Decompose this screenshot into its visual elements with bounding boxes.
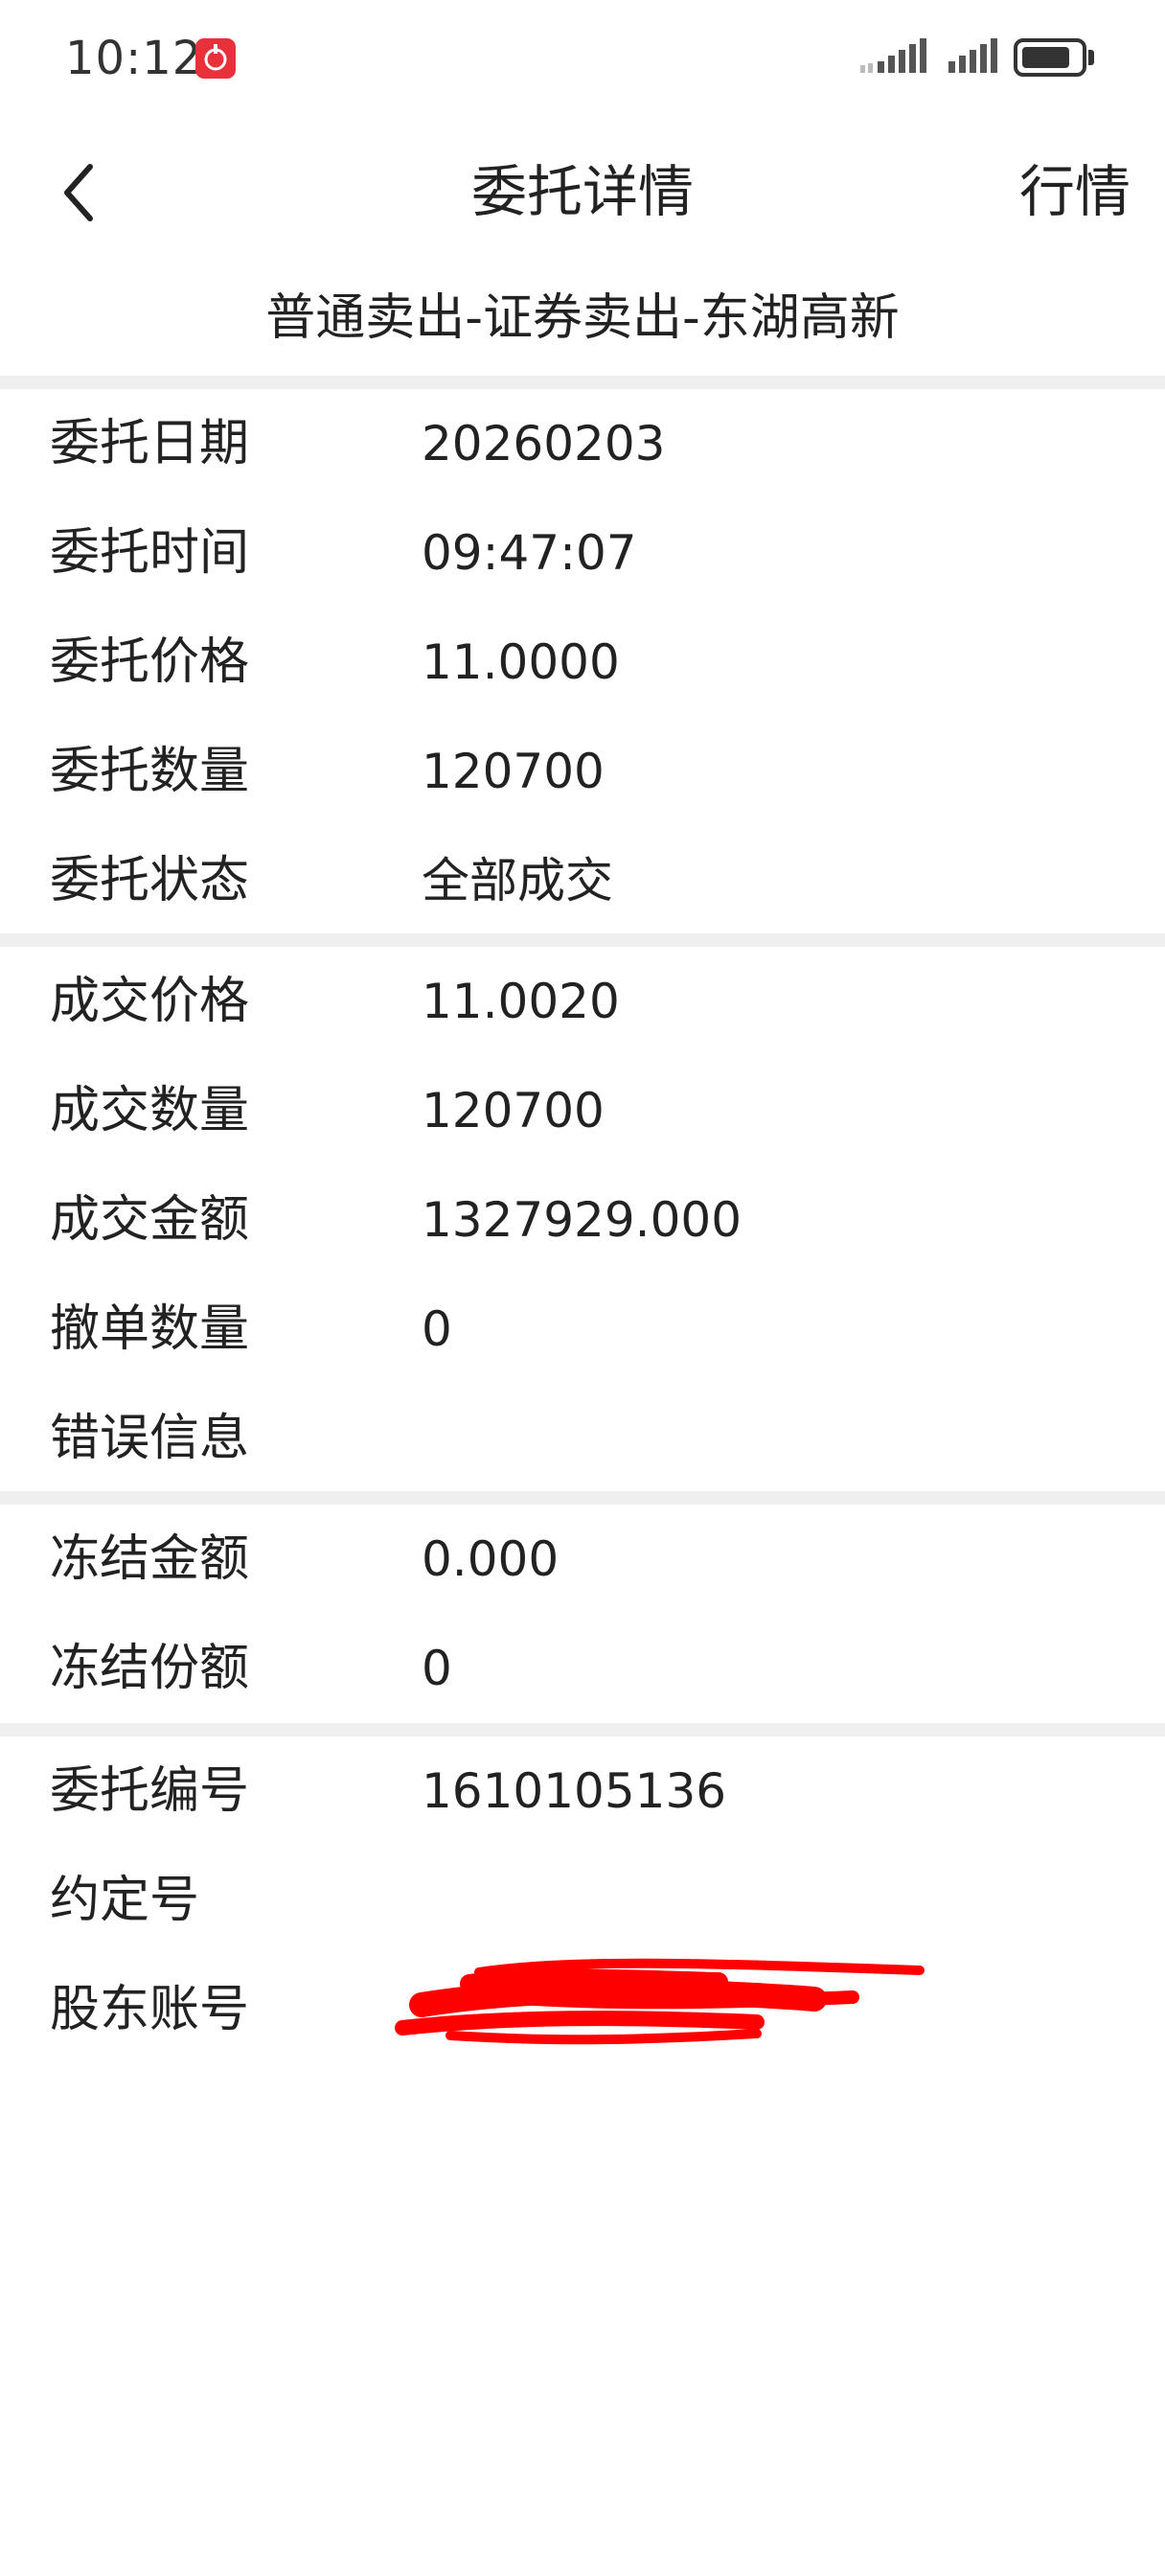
- row-value: 0.000: [422, 1531, 560, 1587]
- row-label: 成交数量: [50, 1082, 250, 1139]
- row-label: 委托价格: [50, 633, 250, 691]
- trade-info-section: 成交价格 11.0020 成交数量 120700 成交金额 1327929.00…: [0, 947, 1165, 1493]
- section-divider: [0, 376, 1165, 389]
- row-label: 股东账号: [50, 1981, 250, 2038]
- status-bar: 10:12: [0, 0, 1165, 117]
- row-label: 冻结金额: [50, 1530, 250, 1588]
- status-time: 10:12: [65, 32, 203, 85]
- detail-row-agreement-number: 约定号: [0, 1846, 1165, 1955]
- row-label: 约定号: [50, 1872, 200, 1929]
- section-divider: [0, 1491, 1165, 1505]
- market-quote-button[interactable]: 行情: [1019, 153, 1131, 230]
- detail-row-order-price: 委托价格 11.0000: [0, 608, 1165, 717]
- row-label: 委托时间: [50, 524, 250, 582]
- row-label: 冻结份额: [50, 1640, 250, 1697]
- row-value: 120700: [422, 1083, 605, 1138]
- row-value: 全部成交: [422, 853, 613, 908]
- row-value: 11.0020: [422, 974, 620, 1029]
- detail-row-trade-amount: 成交金额 1327929.000: [0, 1165, 1165, 1275]
- section-divider: [0, 933, 1165, 947]
- battery-cap: [1088, 50, 1094, 65]
- row-value: 09:47:07: [422, 525, 637, 581]
- row-value: 1327929.000: [422, 1192, 742, 1248]
- row-label: 委托状态: [50, 852, 250, 909]
- row-label: 委托编号: [50, 1762, 250, 1820]
- row-label: 成交金额: [50, 1191, 250, 1249]
- detail-row-frozen-amount: 冻结金额 0.000: [0, 1505, 1165, 1614]
- detail-row-order-quantity: 委托数量 120700: [0, 717, 1165, 826]
- signal-strength-icon-2: [948, 38, 1002, 80]
- app-notification-icon: [195, 38, 236, 79]
- detail-row-frozen-shares: 冻结份额 0: [0, 1614, 1165, 1723]
- detail-row-trade-quantity: 成交数量 120700: [0, 1056, 1165, 1165]
- detail-row-order-time: 委托时间 09:47:07: [0, 498, 1165, 608]
- detail-row-order-number: 委托编号 1610105136: [0, 1736, 1165, 1846]
- row-label: 委托数量: [50, 743, 250, 800]
- battery-level: [1022, 47, 1069, 68]
- detail-row-cancel-quantity: 撤单数量 0: [0, 1275, 1165, 1384]
- row-label: 成交价格: [50, 973, 250, 1030]
- row-label: 错误信息: [50, 1410, 250, 1467]
- row-label: 撤单数量: [50, 1300, 250, 1358]
- row-label: 委托日期: [50, 415, 250, 472]
- row-value: 120700: [422, 744, 605, 799]
- order-info-section: 委托日期 20260203 委托时间 09:47:07 委托价格 11.0000…: [0, 389, 1165, 935]
- row-value: 20260203: [422, 416, 666, 472]
- order-type-subtitle: 普通卖出-证券卖出-东湖高新: [265, 289, 900, 347]
- row-value: 1610105136: [422, 1763, 727, 1819]
- section-divider: [0, 1723, 1165, 1736]
- battery-icon: [1014, 38, 1086, 77]
- page-title: 委托详情: [470, 159, 694, 224]
- detail-row-trade-price: 成交价格 11.0020: [0, 947, 1165, 1056]
- redaction-scribble: [393, 1955, 929, 2055]
- detail-row-order-status: 委托状态 全部成交: [0, 826, 1165, 935]
- detail-row-error-info: 错误信息: [0, 1384, 1165, 1493]
- detail-row-order-date: 委托日期 20260203: [0, 389, 1165, 498]
- row-value: 11.0000: [422, 634, 620, 690]
- row-value: 0: [422, 1641, 452, 1696]
- nav-bar: 委托详情 行情: [0, 117, 1165, 266]
- signal-strength-icon: [860, 38, 929, 80]
- row-value: 0: [422, 1301, 452, 1357]
- frozen-info-section: 冻结金额 0.000 冻结份额 0: [0, 1505, 1165, 1723]
